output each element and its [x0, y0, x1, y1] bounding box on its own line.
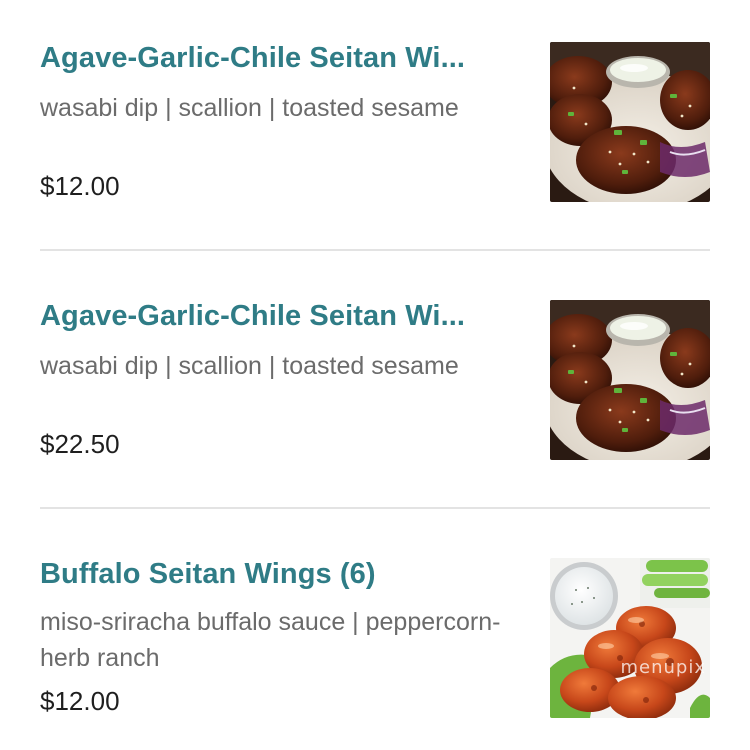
item-price: $22.50 — [40, 429, 120, 459]
seitan-wings-photo-icon — [550, 42, 710, 202]
seitan-wings-photo-icon — [550, 300, 710, 460]
item-title[interactable]: Buffalo Seitan Wings (6) — [40, 558, 510, 591]
item-title[interactable]: Agave-Garlic-Chile Seitan Wi... — [40, 300, 510, 333]
item-description: wasabi dip | scallion | toasted sesame — [40, 94, 459, 122]
item-photo[interactable] — [550, 300, 710, 460]
divider — [40, 507, 710, 509]
item-description: wasabi dip | scallion | toasted sesame — [40, 352, 459, 380]
menu-item[interactable]: Agave-Garlic-Chile Seitan Wi... wasabi d… — [40, 258, 710, 508]
item-photo[interactable] — [550, 42, 710, 202]
menu-list: Agave-Garlic-Chile Seitan Wi... wasabi d… — [0, 0, 750, 750]
item-price: $12.00 — [40, 171, 120, 201]
item-price: $12.00 — [40, 686, 120, 716]
buffalo-wings-photo-icon — [550, 558, 710, 718]
item-title[interactable]: Agave-Garlic-Chile Seitan Wi... — [40, 42, 510, 75]
item-photo[interactable]: menupix — [550, 558, 710, 718]
item-description: miso-sriracha buffalo sauce | peppercorn… — [40, 608, 501, 672]
watermark-text: menupix — [620, 657, 706, 678]
divider — [40, 249, 710, 251]
menu-item[interactable]: Agave-Garlic-Chile Seitan Wi... wasabi d… — [40, 0, 710, 250]
menu-item[interactable]: Buffalo Seitan Wings (6) miso-sriracha b… — [40, 516, 710, 750]
